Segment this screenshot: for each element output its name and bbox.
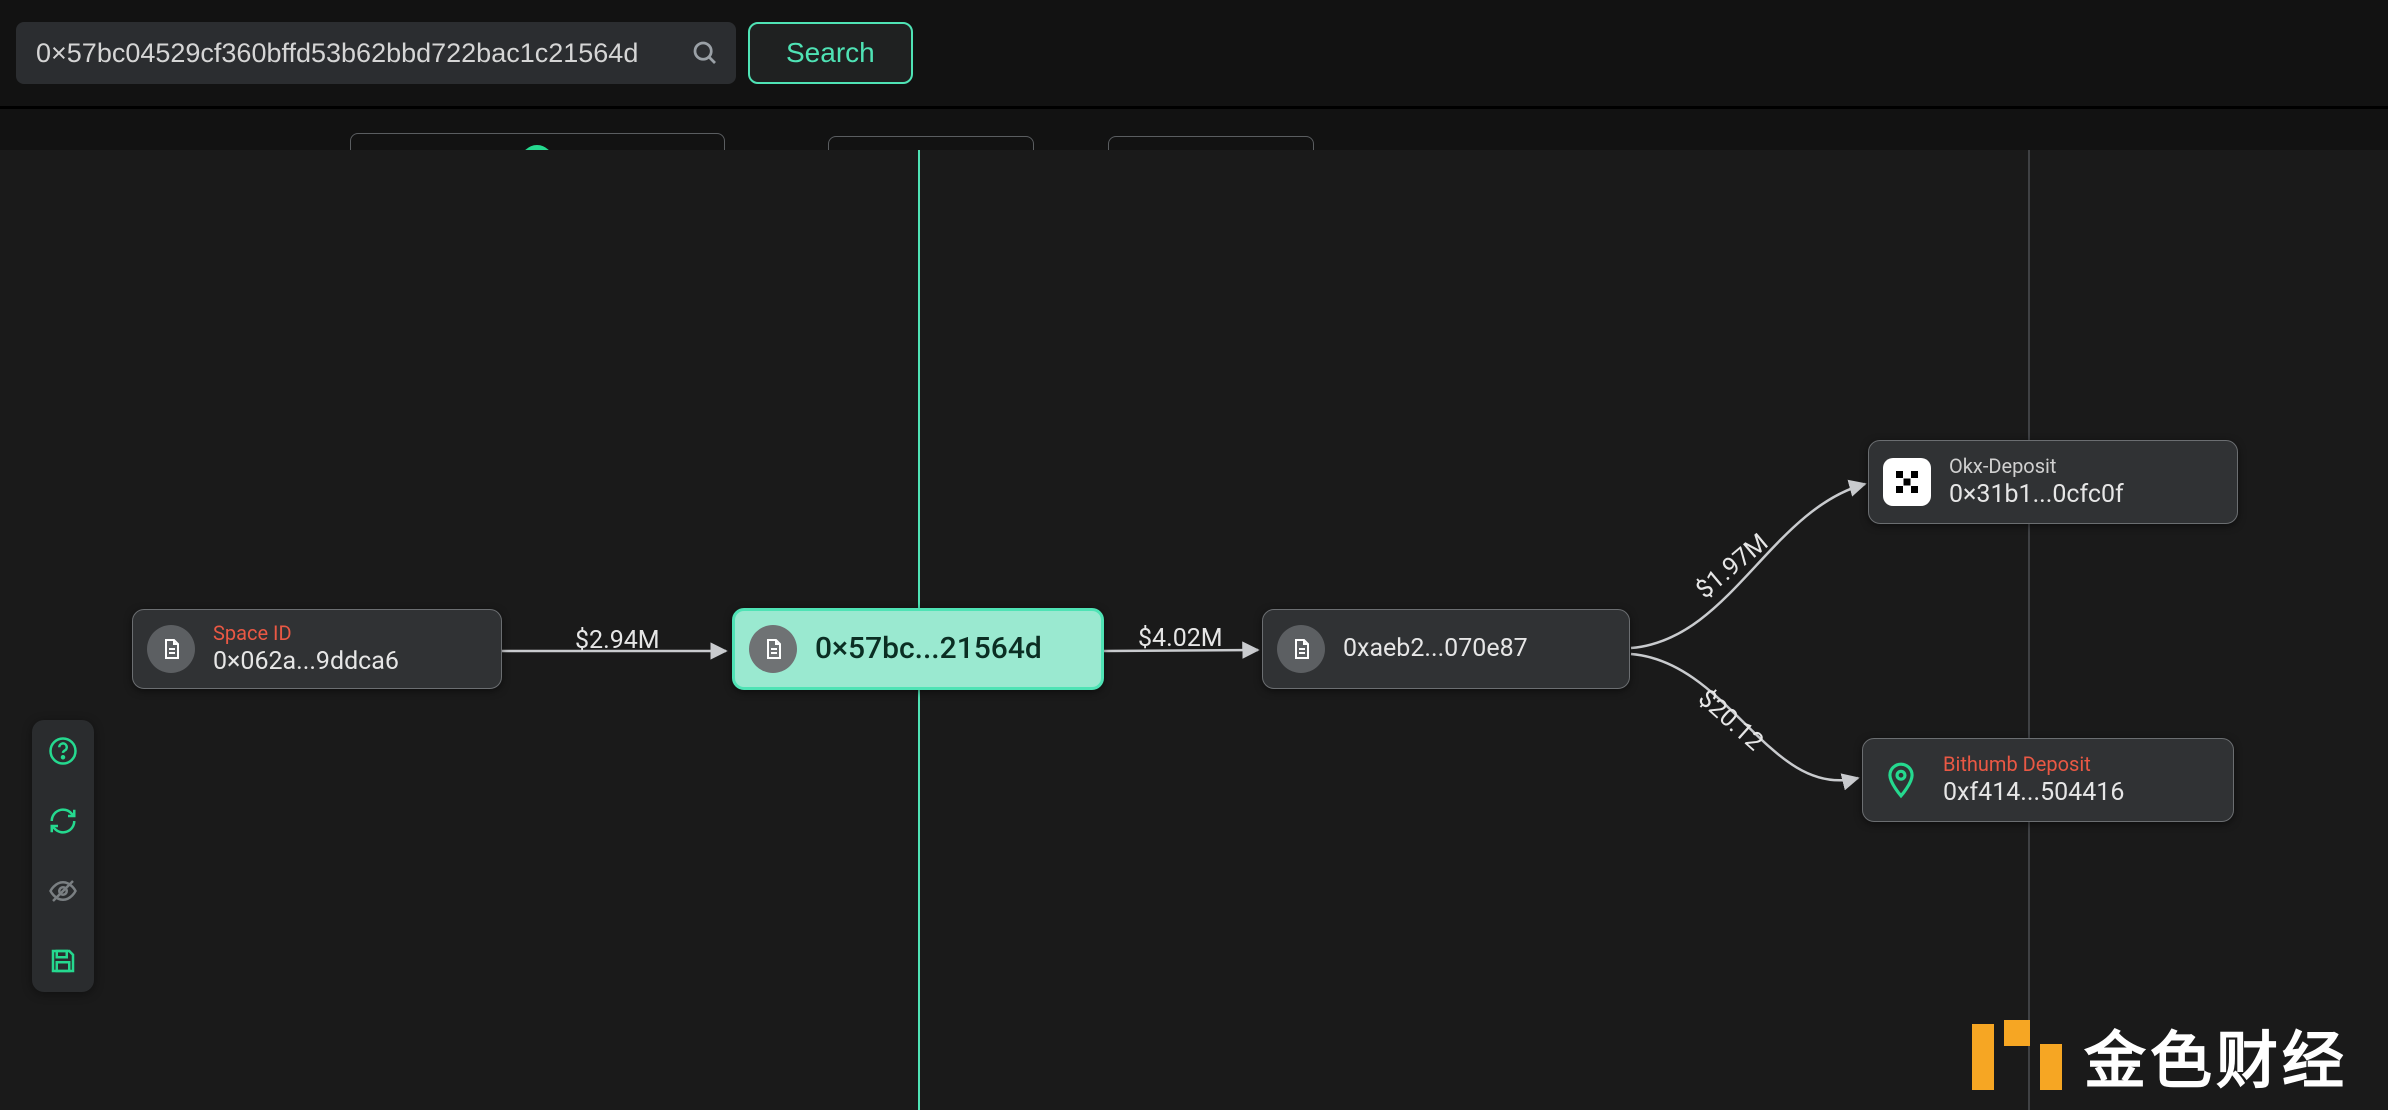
timeline-marker-grey bbox=[2028, 150, 2030, 1110]
edge-label-e4: $20.12 bbox=[1692, 684, 1769, 757]
watermark: 金色财经 bbox=[1972, 1010, 2348, 1100]
node-bithumb-addr: 0xf414...504416 bbox=[1943, 777, 2124, 808]
node-mid[interactable]: 0xaeb2...070e87 bbox=[1262, 609, 1630, 689]
graph-canvas[interactable]: $2.94M $4.02M $1.97M $20.12 Space ID 0×0… bbox=[0, 150, 2388, 1110]
top-search-bar: Search bbox=[0, 0, 2388, 109]
edge-label-e3: $1.97M bbox=[1691, 528, 1774, 605]
help-button[interactable] bbox=[46, 734, 80, 768]
search-input[interactable] bbox=[16, 22, 736, 84]
edge-label-e1: $2.94M bbox=[575, 626, 660, 655]
map-pin-icon bbox=[1877, 756, 1925, 804]
refresh-button[interactable] bbox=[46, 804, 80, 838]
watermark-text: 金色财经 bbox=[2084, 1010, 2348, 1100]
okx-icon bbox=[1883, 458, 1931, 506]
node-bithumb[interactable]: Bithumb Deposit 0xf414...504416 bbox=[1862, 738, 2234, 822]
document-icon bbox=[749, 625, 797, 673]
node-source-addr: 0×062a...9ddca6 bbox=[213, 646, 399, 677]
node-okx[interactable]: Okx-Deposit 0×31b1...0cfc0f bbox=[1868, 440, 2238, 524]
node-bithumb-tag: Bithumb Deposit bbox=[1943, 752, 2124, 777]
node-center-addr: 0×57bc...21564d bbox=[815, 630, 1042, 668]
search-button[interactable]: Search bbox=[748, 22, 913, 84]
node-center[interactable]: 0×57bc...21564d bbox=[732, 608, 1104, 690]
document-icon bbox=[147, 625, 195, 673]
edge-label-e2: $4.02M bbox=[1138, 624, 1223, 653]
node-source-tag: Space ID bbox=[213, 621, 399, 646]
node-source[interactable]: Space ID 0×062a...9ddca6 bbox=[132, 609, 502, 689]
watermark-logo-icon bbox=[1972, 1020, 2062, 1090]
node-okx-addr: 0×31b1...0cfc0f bbox=[1949, 479, 2124, 510]
save-button[interactable] bbox=[46, 944, 80, 978]
document-icon bbox=[1277, 625, 1325, 673]
side-toolbar bbox=[32, 720, 94, 992]
node-okx-tag: Okx-Deposit bbox=[1949, 454, 2124, 479]
search-input-wrap bbox=[16, 22, 736, 84]
visibility-button[interactable] bbox=[46, 874, 80, 908]
node-mid-addr: 0xaeb2...070e87 bbox=[1343, 633, 1528, 664]
